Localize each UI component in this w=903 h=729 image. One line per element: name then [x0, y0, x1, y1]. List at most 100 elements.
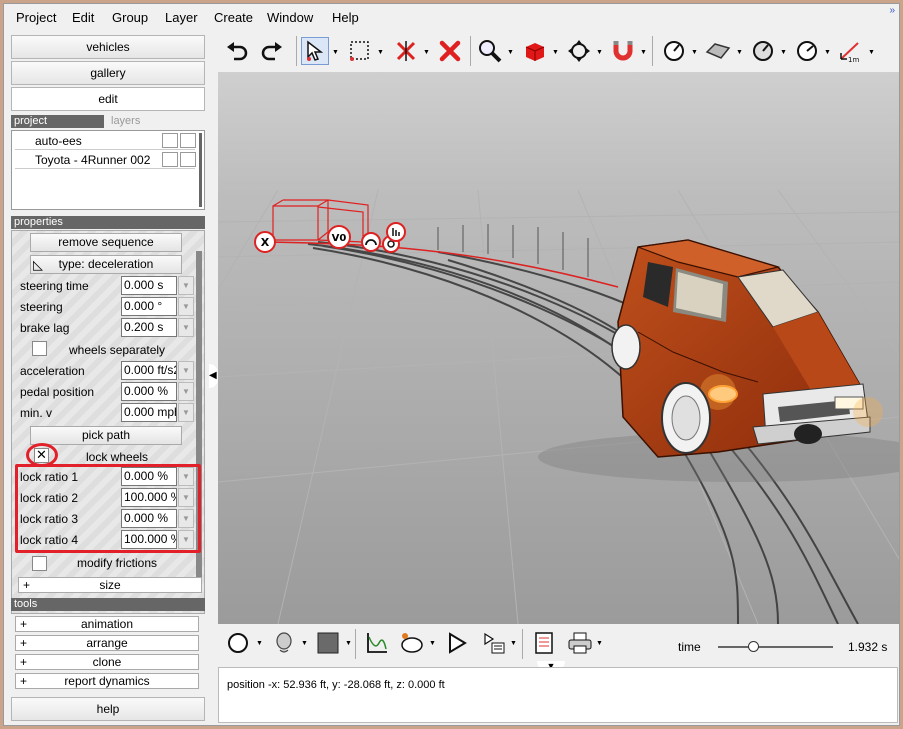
chevron-down-icon[interactable]: ▼: [596, 49, 603, 56]
lock-ratio-3-field[interactable]: 0.000 %: [121, 509, 177, 528]
marker-lock-icon[interactable]: [386, 222, 406, 242]
overflow-chevron-icon[interactable]: »: [889, 5, 895, 16]
chevron-down-icon[interactable]: ▼: [178, 276, 194, 295]
menu-window[interactable]: Window: [267, 10, 313, 25]
chevron-down-icon[interactable]: ▼: [736, 49, 743, 56]
list-scrollbar[interactable]: [199, 133, 202, 207]
rectangle-select-icon[interactable]: [346, 37, 374, 65]
vehicles-button[interactable]: vehicles: [11, 35, 205, 59]
sphere-material-icon[interactable]: [224, 629, 252, 657]
time-slider-track[interactable]: [718, 646, 833, 648]
delete-path-icon[interactable]: [392, 37, 420, 65]
edit-button[interactable]: edit: [11, 87, 205, 111]
chevron-down-icon[interactable]: ▼: [178, 530, 194, 549]
cube-icon[interactable]: [521, 37, 549, 65]
menu-help[interactable]: Help: [332, 10, 359, 25]
chevron-down-icon[interactable]: ▼: [429, 640, 436, 647]
lock-toggle[interactable]: [180, 152, 196, 167]
scene-canvas[interactable]: X V0: [218, 72, 899, 624]
play-icon[interactable]: [443, 629, 471, 657]
surface-icon[interactable]: [704, 37, 732, 65]
pedal-position-field[interactable]: 0.000 %: [121, 382, 177, 401]
list-item[interactable]: Toyota - 4Runner 002: [15, 151, 196, 169]
lock-ratio-4-field[interactable]: 100.000 %: [121, 530, 177, 549]
chevron-down-icon[interactable]: ▼: [780, 49, 787, 56]
visibility-toggle[interactable]: [162, 152, 178, 167]
select-arrow-icon[interactable]: [301, 37, 329, 65]
lock-wheels-checkbox[interactable]: ✕: [34, 448, 49, 463]
move-icon[interactable]: [565, 37, 593, 65]
chevron-down-icon[interactable]: ▼: [423, 49, 430, 56]
tool-animation[interactable]: animation +: [15, 616, 199, 632]
chevron-down-icon[interactable]: ▼: [824, 49, 831, 56]
redo-icon[interactable]: [258, 37, 286, 65]
ruler-icon[interactable]: 1m: [837, 37, 865, 65]
chevron-down-icon[interactable]: ▼: [178, 318, 194, 337]
chevron-down-icon[interactable]: ▼: [596, 640, 603, 647]
tab-layers[interactable]: layers: [111, 115, 140, 128]
speed-dial-icon[interactable]: [793, 37, 821, 65]
print-icon[interactable]: [566, 629, 594, 657]
remove-sequence-button[interactable]: remove sequence: [30, 233, 182, 252]
wheels-separately-checkbox[interactable]: [32, 341, 47, 356]
head-view-icon[interactable]: [270, 629, 298, 657]
chevron-down-icon[interactable]: ▼: [377, 49, 384, 56]
steering-time-field[interactable]: 0.000 s: [121, 276, 177, 295]
brake-lag-field[interactable]: 0.200 s: [121, 318, 177, 337]
color-swatch-icon[interactable]: [314, 629, 342, 657]
chevron-down-icon[interactable]: ▼: [868, 49, 875, 56]
chevron-down-icon[interactable]: ▼: [178, 467, 194, 486]
camera-icon[interactable]: [398, 629, 426, 657]
undo-icon[interactable]: [223, 37, 251, 65]
marker-arc-icon[interactable]: [361, 232, 381, 252]
chevron-down-icon[interactable]: ▼: [178, 297, 194, 316]
menu-create[interactable]: Create: [214, 10, 253, 25]
chevron-down-icon[interactable]: ▼: [552, 49, 559, 56]
tool-report-dynamics[interactable]: report dynamics +: [15, 673, 199, 689]
min-v-field[interactable]: 0.000 mph: [121, 403, 177, 422]
zoom-icon[interactable]: [476, 37, 504, 65]
pick-path-button[interactable]: pick path: [30, 426, 182, 445]
chevron-down-icon[interactable]: ▼: [256, 640, 263, 647]
chevron-down-icon[interactable]: ▼: [178, 488, 194, 507]
graph-icon[interactable]: [363, 629, 391, 657]
chevron-down-icon[interactable]: ▼: [345, 640, 352, 647]
chevron-down-icon[interactable]: ▼: [640, 49, 647, 56]
playback-options-icon[interactable]: [480, 629, 508, 657]
chevron-down-icon[interactable]: ▼: [332, 49, 339, 56]
collapse-panel-handle[interactable]: ◀: [209, 364, 218, 388]
tool-clone[interactable]: clone +: [15, 654, 199, 670]
report-icon[interactable]: [530, 629, 558, 657]
type-button[interactable]: ◺ type: deceleration: [30, 255, 182, 274]
size-row[interactable]: size +: [18, 577, 202, 593]
marker-v0[interactable]: V0: [327, 225, 351, 249]
lock-ratio-2-field[interactable]: 100.000 %: [121, 488, 177, 507]
visibility-toggle[interactable]: [162, 133, 178, 148]
chevron-down-icon[interactable]: ▼: [301, 640, 308, 647]
help-button[interactable]: help: [11, 697, 205, 721]
time-slider-thumb[interactable]: [747, 641, 759, 652]
menu-layer[interactable]: Layer: [165, 10, 198, 25]
steering-field[interactable]: 0.000 °: [121, 297, 177, 316]
magnet-icon[interactable]: [609, 37, 637, 65]
chevron-down-icon[interactable]: ▼: [691, 49, 698, 56]
chevron-down-icon[interactable]: ▼: [510, 640, 517, 647]
measure-angle-icon[interactable]: [660, 37, 688, 65]
chevron-down-icon[interactable]: ▼: [178, 361, 194, 380]
lock-ratio-1-field[interactable]: 0.000 %: [121, 467, 177, 486]
chevron-down-icon[interactable]: ▼: [178, 509, 194, 528]
dial-icon[interactable]: [749, 37, 777, 65]
menu-group[interactable]: Group: [112, 10, 148, 25]
menu-project[interactable]: Project: [16, 10, 56, 25]
lock-toggle[interactable]: [180, 133, 196, 148]
modify-frictions-checkbox[interactable]: [32, 556, 47, 571]
gallery-button[interactable]: gallery: [11, 61, 205, 85]
list-item[interactable]: auto-ees: [15, 132, 196, 150]
3d-viewport[interactable]: X V0: [218, 72, 899, 624]
menu-edit[interactable]: Edit: [72, 10, 94, 25]
chevron-down-icon[interactable]: ▼: [507, 49, 514, 56]
marker-x[interactable]: X: [254, 231, 276, 253]
delete-icon[interactable]: [436, 37, 464, 65]
tab-project[interactable]: project: [11, 115, 104, 128]
chevron-down-icon[interactable]: ▼: [178, 403, 194, 422]
